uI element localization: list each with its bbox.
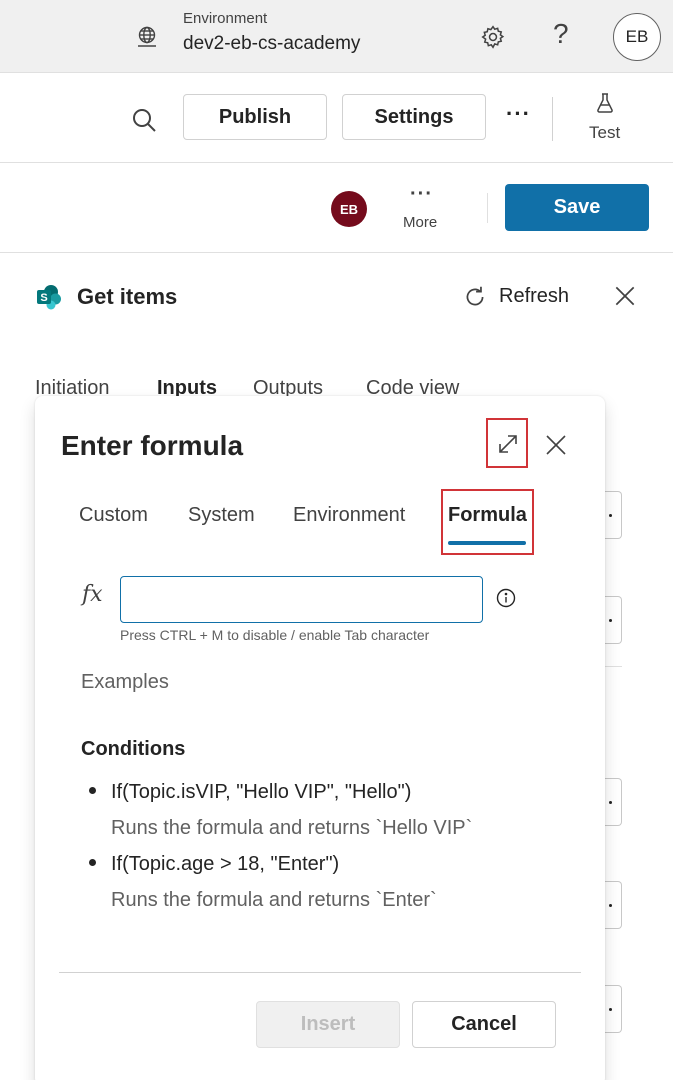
main-toolbar: Publish Settings ··· Test	[0, 73, 673, 163]
example-code: If(Topic.age > 18, "Enter")	[111, 853, 340, 875]
fx-icon: fx	[82, 582, 103, 607]
panel-title: Get items	[77, 284, 178, 309]
more-label[interactable]: More	[403, 214, 437, 231]
bullet	[89, 787, 96, 794]
examples-list: If(Topic.isVIP, "Hello VIP", "Hello") Ru…	[81, 778, 561, 922]
example-code: If(Topic.isVIP, "Hello VIP", "Hello")	[111, 781, 412, 803]
user-avatar[interactable]: EB	[613, 13, 661, 61]
more-options-icon[interactable]: ···	[506, 101, 531, 127]
help-icon[interactable]: ?	[553, 18, 569, 50]
conditions-heading: Conditions	[81, 738, 186, 760]
publish-button[interactable]: Publish	[183, 94, 327, 140]
insert-button[interactable]: Insert	[256, 1001, 400, 1048]
test-button-label[interactable]: Test	[589, 123, 620, 143]
collaborator-avatar[interactable]: EB	[331, 191, 367, 227]
bullet	[89, 859, 96, 866]
environment-label: Environment	[183, 10, 268, 27]
save-button[interactable]: Save	[505, 184, 649, 231]
environment-name[interactable]: dev2-eb-cs-academy	[183, 33, 360, 55]
svg-text:S: S	[40, 292, 47, 304]
toolbar-divider	[552, 97, 553, 141]
example-description: Runs the formula and returns `Hello VIP`	[111, 817, 473, 839]
enter-formula-dialog: Enter formula Custom System Environment …	[35, 396, 605, 1080]
refresh-button[interactable]: Refresh	[499, 285, 569, 308]
dialog-divider	[59, 972, 581, 973]
list-item: If(Topic.age > 18, "Enter") Runs the for…	[81, 850, 561, 914]
tab-environment[interactable]: Environment	[293, 504, 405, 527]
formula-input[interactable]	[120, 576, 483, 623]
tab-system[interactable]: System	[188, 504, 255, 527]
examples-label: Examples	[81, 671, 169, 693]
active-tab-indicator	[448, 541, 526, 545]
globe-icon	[135, 25, 159, 49]
more-icon[interactable]: ···	[410, 183, 433, 206]
tab-custom[interactable]: Custom	[79, 504, 148, 527]
flask-icon[interactable]	[593, 91, 617, 115]
toolbar-divider	[487, 193, 488, 223]
refresh-icon[interactable]	[462, 284, 488, 310]
editor-toolbar: EB ··· More Save	[0, 163, 673, 253]
dialog-title: Enter formula	[61, 430, 244, 461]
list-item: If(Topic.isVIP, "Hello VIP", "Hello") Ru…	[81, 778, 561, 842]
input-hint: Press CTRL + M to disable / enable Tab c…	[120, 627, 430, 643]
gear-icon[interactable]	[480, 24, 506, 50]
close-icon[interactable]	[612, 283, 638, 309]
example-description: Runs the formula and returns `Enter`	[111, 889, 437, 911]
cancel-button[interactable]: Cancel	[412, 1001, 556, 1048]
info-icon[interactable]	[496, 588, 516, 608]
search-icon[interactable]	[130, 106, 158, 134]
close-icon[interactable]	[544, 433, 568, 457]
environment-bar: Environment dev2-eb-cs-academy ? EB	[0, 0, 673, 73]
expand-icon[interactable]	[496, 432, 520, 456]
sharepoint-icon: S	[36, 283, 64, 311]
highlight-box	[441, 489, 534, 555]
settings-button[interactable]: Settings	[342, 94, 486, 140]
